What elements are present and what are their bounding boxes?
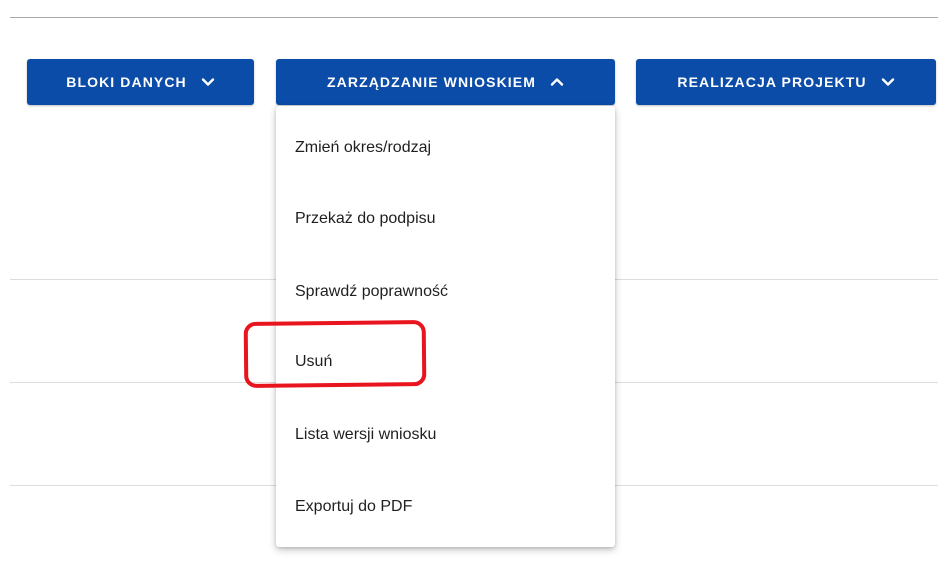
zarzadzanie-wnioskiem-dropdown: Zmień okres/rodzaj Przekaż do podpisu Sp… bbox=[276, 106, 615, 547]
zarzadzanie-wnioskiem-label: ZARZĄDZANIE WNIOSKIEM bbox=[327, 74, 536, 90]
menu-item-label: Exportuj do PDF bbox=[295, 498, 413, 515]
menu-item-label: Przekaż do podpisu bbox=[295, 210, 436, 227]
menu-item-label: Usuń bbox=[295, 353, 333, 370]
realizacja-projektu-button[interactable]: REALIZACJA PROJEKTU bbox=[636, 59, 936, 105]
bloki-danych-button[interactable]: BLOKI DANYCH bbox=[27, 59, 254, 105]
zarzadzanie-wnioskiem-button[interactable]: ZARZĄDZANIE WNIOSKIEM bbox=[276, 59, 615, 105]
menu-item-label: Zmień okres/rodzaj bbox=[295, 139, 432, 156]
chevron-up-icon bbox=[550, 75, 564, 89]
menu-item-lista-wersji[interactable]: Lista wersji wniosku bbox=[276, 401, 615, 469]
menu-item-label: Lista wersji wniosku bbox=[295, 426, 437, 443]
menu-item-label: Sprawdź poprawność bbox=[295, 283, 448, 300]
menu-item-sprawdz-poprawnosc[interactable]: Sprawdź poprawność bbox=[276, 258, 615, 326]
chevron-down-icon bbox=[201, 75, 215, 89]
realizacja-projektu-label: REALIZACJA PROJEKTU bbox=[677, 74, 867, 90]
chevron-down-icon bbox=[881, 75, 895, 89]
menu-item-usun[interactable]: Usuń bbox=[276, 328, 615, 396]
menu-item-przekaz-do-podpisu[interactable]: Przekaż do podpisu bbox=[276, 185, 615, 253]
menu-item-zmien-okres[interactable]: Zmień okres/rodzaj bbox=[276, 114, 615, 182]
top-divider bbox=[10, 17, 938, 18]
menu-item-exportuj-do-pdf[interactable]: Exportuj do PDF bbox=[276, 473, 615, 541]
bloki-danych-label: BLOKI DANYCH bbox=[66, 74, 187, 90]
